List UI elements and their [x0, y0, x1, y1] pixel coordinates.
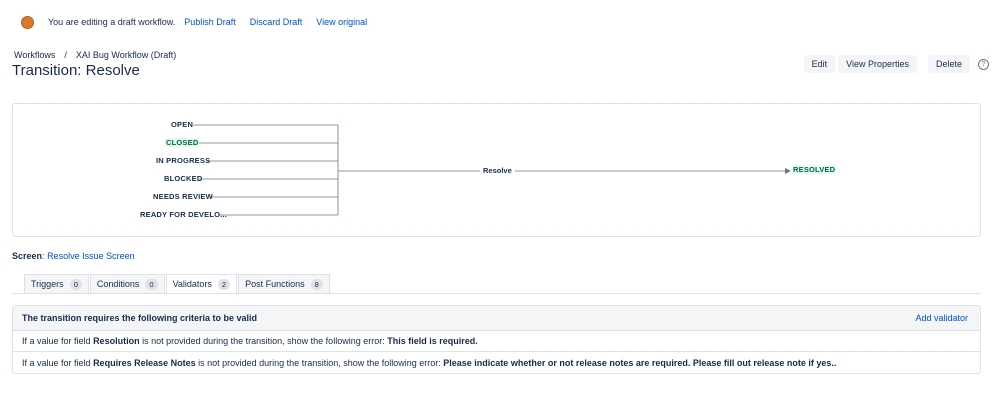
breadcrumb-workflows[interactable]: Workflows — [14, 50, 55, 60]
validator-row: If a value for field Requires Release No… — [13, 352, 980, 373]
discard-draft-link[interactable]: Discard Draft — [250, 17, 303, 27]
edit-button[interactable]: Edit — [803, 55, 836, 73]
validator-middle: is not provided during the transition, s… — [198, 357, 441, 368]
view-properties-button[interactable]: View Properties — [838, 55, 917, 73]
status-ready-for-develo[interactable]: READY FOR DEVELO... — [140, 210, 227, 219]
validator-prefix: If a value for field — [22, 357, 91, 368]
tab-label: Post Functions — [245, 279, 305, 289]
transition-diagram: OPEN CLOSED IN PROGRESS BLOCKED NEEDS RE… — [12, 103, 981, 237]
draft-banner: You are editing a draft workflow. Publis… — [21, 14, 381, 30]
tab-label: Validators — [172, 279, 212, 289]
screen-label: Screen — [12, 251, 43, 261]
transition-tabs: Triggers 0 Conditions 0 Validators 2 Pos… — [24, 274, 331, 293]
screen-link[interactable]: Resolve Issue Screen — [47, 251, 135, 261]
transition-label[interactable]: Resolve — [480, 166, 515, 175]
draft-status-dot-icon — [21, 15, 34, 29]
draft-message: You are editing a draft workflow. — [48, 17, 176, 27]
breadcrumb: Workflows / XAI Bug Workflow (Draft) — [14, 50, 176, 60]
validator-error: Please indicate whether or not release n… — [443, 357, 837, 368]
delete-button[interactable]: Delete — [927, 55, 970, 73]
breadcrumb-separator: / — [64, 50, 67, 60]
status-resolved[interactable]: RESOLVED — [792, 165, 837, 174]
add-validator-link[interactable]: Add validator — [915, 313, 968, 323]
page-title: Transition: Resolve — [12, 62, 140, 79]
tab-conditions[interactable]: Conditions 0 — [89, 274, 165, 293]
tab-divider — [12, 293, 981, 294]
tab-validators[interactable]: Validators 2 — [165, 274, 238, 293]
tab-count-badge: 2 — [217, 278, 231, 290]
screen-colon: : — [42, 251, 45, 261]
status-closed[interactable]: CLOSED — [165, 138, 200, 147]
tab-count-badge: 8 — [310, 278, 323, 290]
validator-error: This field is required. — [387, 336, 478, 346]
tab-label: Triggers — [31, 279, 64, 289]
breadcrumb-current-workflow[interactable]: XAI Bug Workflow (Draft) — [76, 50, 176, 60]
validators-header: The transition requires the following cr… — [13, 306, 980, 331]
validator-middle: is not provided during the transition, s… — [142, 336, 385, 346]
tab-triggers[interactable]: Triggers 0 — [24, 274, 89, 293]
validator-row: If a value for field Resolution is not p… — [13, 331, 980, 352]
publish-draft-link[interactable]: Publish Draft — [184, 17, 236, 27]
tab-count-badge: 0 — [69, 278, 82, 290]
validator-field: Requires Release Notes — [93, 357, 196, 368]
arrow-head-icon — [785, 168, 791, 174]
tab-label: Conditions — [96, 279, 140, 289]
view-original-link[interactable]: View original — [316, 17, 367, 27]
tab-post-functions[interactable]: Post Functions 8 — [238, 274, 330, 293]
status-in-progress[interactable]: IN PROGRESS — [156, 156, 210, 165]
screen-info: Screen: Resolve Issue Screen — [12, 251, 135, 261]
tab-count-badge: 0 — [145, 278, 158, 290]
validators-title: The transition requires the following cr… — [22, 313, 258, 323]
status-open[interactable]: OPEN — [171, 120, 193, 129]
validators-table: The transition requires the following cr… — [12, 305, 981, 374]
status-needs-review[interactable]: NEEDS REVIEW — [153, 192, 213, 201]
status-blocked[interactable]: BLOCKED — [164, 174, 202, 183]
question-circle-icon[interactable]: ? — [978, 58, 989, 70]
header-actions: Edit View Properties Delete ? — [801, 55, 989, 73]
validator-prefix: If a value for field — [22, 336, 91, 346]
validator-field: Resolution — [93, 336, 140, 346]
